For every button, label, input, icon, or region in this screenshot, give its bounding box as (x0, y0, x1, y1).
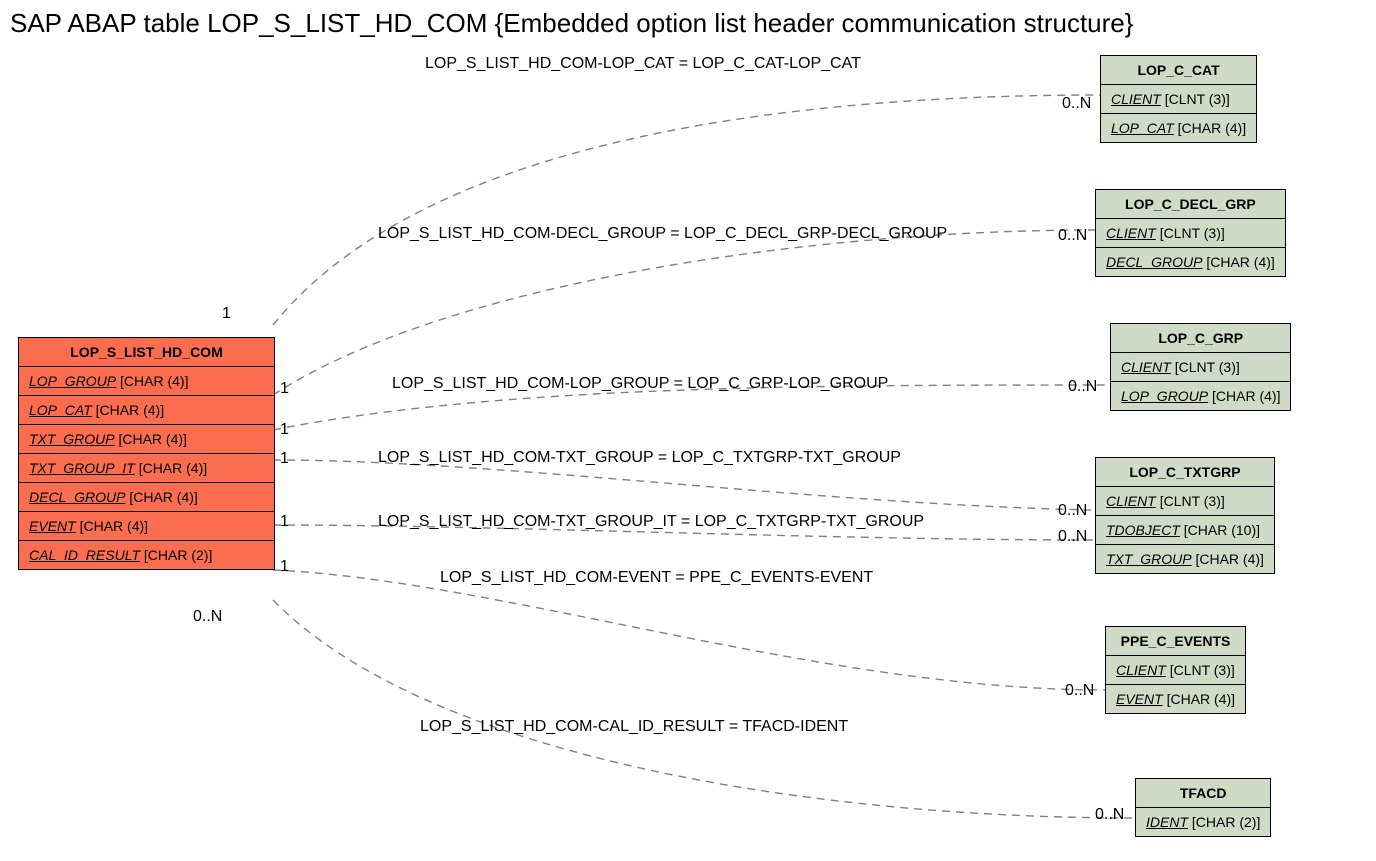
entity-row: LOP_CAT [CHAR (4)] (1101, 114, 1256, 142)
entity-header: LOP_C_TXTGRP (1096, 458, 1274, 487)
card-left-2: 1 (280, 380, 289, 398)
entity-lop-c-grp: LOP_C_GRP CLIENT [CLNT (3)] LOP_GROUP [C… (1110, 323, 1291, 411)
field-name: DECL_GROUP (1106, 254, 1202, 270)
rel-label-6: LOP_S_LIST_HD_COM-EVENT = PPE_C_EVENTS-E… (440, 569, 873, 587)
field-name: LOP_GROUP (29, 373, 116, 389)
card-left-4: 1 (280, 450, 289, 468)
field-name: EVENT (1116, 691, 1163, 707)
entity-main-row: LOP_CAT [CHAR (4)] (19, 396, 274, 425)
entity-main-header: LOP_S_LIST_HD_COM (19, 338, 274, 367)
diagram-title: SAP ABAP table LOP_S_LIST_HD_COM {Embedd… (10, 8, 1133, 39)
entity-lop-c-txtgrp: LOP_C_TXTGRP CLIENT [CLNT (3)] TDOBJECT … (1095, 457, 1275, 574)
entity-lop-c-decl-grp: LOP_C_DECL_GRP CLIENT [CLNT (3)] DECL_GR… (1095, 189, 1286, 277)
field-name: TXT_GROUP_IT (29, 460, 135, 476)
field-type: [CHAR (4)] (129, 489, 197, 505)
field-name: CLIENT (1111, 91, 1161, 107)
field-type: [CHAR (2)] (144, 547, 212, 563)
entity-header: LOP_C_CAT (1101, 56, 1256, 85)
entity-row: CLIENT [CLNT (3)] (1096, 487, 1274, 516)
entity-row: IDENT [CHAR (2)] (1136, 808, 1270, 836)
field-type: [CHAR (4)] (80, 518, 148, 534)
rel-label-2: LOP_S_LIST_HD_COM-DECL_GROUP = LOP_C_DEC… (378, 225, 947, 243)
entity-ppe-c-events: PPE_C_EVENTS CLIENT [CLNT (3)] EVENT [CH… (1105, 626, 1246, 714)
field-type: [CHAR (4)] (120, 373, 188, 389)
entity-main-row: TXT_GROUP [CHAR (4)] (19, 425, 274, 454)
field-type: [CHAR (4)] (96, 402, 164, 418)
entity-main-row: CAL_ID_RESULT [CHAR (2)] (19, 541, 274, 569)
field-type: [CHAR (4)] (1178, 120, 1246, 136)
field-type: [CHAR (4)] (1206, 254, 1274, 270)
entity-main-row: LOP_GROUP [CHAR (4)] (19, 367, 274, 396)
rel-label-1: LOP_S_LIST_HD_COM-LOP_CAT = LOP_C_CAT-LO… (425, 55, 861, 73)
entity-row: TXT_GROUP [CHAR (4)] (1096, 545, 1274, 573)
rel-label-7: LOP_S_LIST_HD_COM-CAL_ID_RESULT = TFACD-… (420, 718, 848, 736)
card-right-7: 0..N (1095, 806, 1124, 824)
entity-row: EVENT [CHAR (4)] (1106, 685, 1245, 713)
field-type: [CLNT (3)] (1165, 91, 1230, 107)
field-type: [CHAR (4)] (139, 460, 207, 476)
card-left-7: 0..N (193, 608, 222, 626)
entity-main: LOP_S_LIST_HD_COM LOP_GROUP [CHAR (4)] L… (18, 337, 275, 570)
field-type: [CLNT (3)] (1175, 359, 1240, 375)
entity-row: DECL_GROUP [CHAR (4)] (1096, 248, 1285, 276)
card-left-6: 1 (280, 558, 289, 576)
entity-header: PPE_C_EVENTS (1106, 627, 1245, 656)
entity-main-row: TXT_GROUP_IT [CHAR (4)] (19, 454, 274, 483)
rel-label-4: LOP_S_LIST_HD_COM-TXT_GROUP = LOP_C_TXTG… (378, 449, 901, 467)
entity-row: CLIENT [CLNT (3)] (1106, 656, 1245, 685)
field-type: [CHAR (4)] (1195, 551, 1263, 567)
field-type: [CHAR (2)] (1192, 814, 1260, 830)
card-left-1: 1 (222, 305, 231, 323)
entity-tfacd: TFACD IDENT [CHAR (2)] (1135, 778, 1271, 837)
field-name: DECL_GROUP (29, 489, 125, 505)
entity-row: TDOBJECT [CHAR (10)] (1096, 516, 1274, 545)
field-type: [CHAR (4)] (1167, 691, 1235, 707)
entity-main-row: DECL_GROUP [CHAR (4)] (19, 483, 274, 512)
entity-header: TFACD (1136, 779, 1270, 808)
card-right-3: 0..N (1068, 378, 1097, 396)
field-type: [CLNT (3)] (1160, 493, 1225, 509)
field-name: TDOBJECT (1106, 522, 1180, 538)
field-name: LOP_CAT (29, 402, 92, 418)
rel-label-3: LOP_S_LIST_HD_COM-LOP_GROUP = LOP_C_GRP-… (392, 375, 888, 393)
rel-label-5: LOP_S_LIST_HD_COM-TXT_GROUP_IT = LOP_C_T… (378, 513, 924, 531)
field-name: CAL_ID_RESULT (29, 547, 140, 563)
field-name: IDENT (1146, 814, 1188, 830)
field-name: CLIENT (1106, 493, 1156, 509)
entity-row: CLIENT [CLNT (3)] (1111, 353, 1290, 382)
card-right-2: 0..N (1058, 227, 1087, 245)
card-left-3: 1 (280, 421, 289, 439)
field-type: [CHAR (4)] (1212, 388, 1280, 404)
entity-row: CLIENT [CLNT (3)] (1096, 219, 1285, 248)
field-name: TXT_GROUP (29, 431, 115, 447)
field-type: [CLNT (3)] (1170, 662, 1235, 678)
entity-row: CLIENT [CLNT (3)] (1101, 85, 1256, 114)
entity-main-row: EVENT [CHAR (4)] (19, 512, 274, 541)
entity-header: LOP_C_GRP (1111, 324, 1290, 353)
field-type: [CHAR (10)] (1184, 522, 1260, 538)
field-type: [CHAR (4)] (118, 431, 186, 447)
field-name: TXT_GROUP (1106, 551, 1192, 567)
field-name: CLIENT (1106, 225, 1156, 241)
field-name: CLIENT (1116, 662, 1166, 678)
card-right-1: 0..N (1062, 95, 1091, 113)
entity-header: LOP_C_DECL_GRP (1096, 190, 1285, 219)
card-right-5: 0..N (1058, 528, 1087, 546)
field-name: CLIENT (1121, 359, 1171, 375)
card-left-5: 1 (280, 513, 289, 531)
field-name: LOP_GROUP (1121, 388, 1208, 404)
field-type: [CLNT (3)] (1160, 225, 1225, 241)
entity-row: LOP_GROUP [CHAR (4)] (1111, 382, 1290, 410)
field-name: LOP_CAT (1111, 120, 1174, 136)
entity-lop-c-cat: LOP_C_CAT CLIENT [CLNT (3)] LOP_CAT [CHA… (1100, 55, 1257, 143)
field-name: EVENT (29, 518, 76, 534)
card-right-4: 0..N (1058, 502, 1087, 520)
card-right-6: 0..N (1065, 682, 1094, 700)
